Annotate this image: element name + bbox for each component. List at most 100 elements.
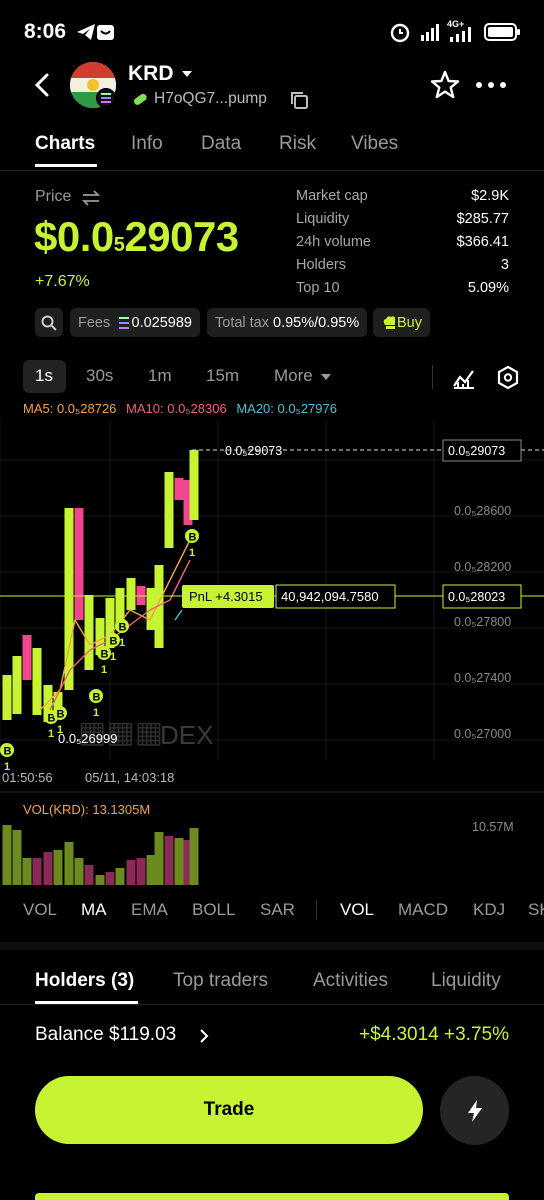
tab-vibes[interactable]: Vibes bbox=[351, 133, 398, 155]
volume-bar bbox=[2, 825, 12, 885]
chart-watermark: DEX bbox=[160, 720, 213, 750]
pnl-label: PnL +4.3015 bbox=[189, 589, 263, 604]
candle bbox=[164, 472, 174, 548]
solana-icon bbox=[119, 316, 129, 329]
search-icon bbox=[41, 315, 57, 331]
x-label: 01:50:56 bbox=[2, 770, 53, 785]
swap-icon[interactable] bbox=[82, 190, 100, 206]
trade-button[interactable]: Trade bbox=[35, 1076, 423, 1144]
price-digits: 29073 bbox=[124, 213, 239, 260]
token-name: KRD bbox=[128, 62, 174, 85]
tab-holders[interactable]: Holders (3) bbox=[35, 970, 134, 992]
volume-bar bbox=[32, 858, 42, 885]
settings-hexagon-icon[interactable] bbox=[496, 365, 520, 391]
low-price-label: 0.0₅26999 bbox=[58, 731, 117, 746]
buy-marker-label: B bbox=[57, 709, 65, 721]
tab-risk[interactable]: Risk bbox=[279, 133, 316, 155]
telegram-icon bbox=[77, 24, 95, 40]
timeframe-30s[interactable]: 30s bbox=[86, 366, 113, 386]
back-icon[interactable] bbox=[32, 72, 52, 98]
section-divider bbox=[0, 942, 544, 950]
chevron-down-icon[interactable] bbox=[320, 373, 332, 381]
tab-top-traders[interactable]: Top traders bbox=[173, 970, 268, 992]
stat-label: Liquidity bbox=[296, 211, 350, 227]
buy-marker-label: B bbox=[101, 649, 109, 661]
favorite-star-icon[interactable] bbox=[430, 70, 460, 100]
current-price-axis-label: 0.0₅29073 bbox=[448, 444, 505, 458]
indicator-ema[interactable]: EMA bbox=[131, 900, 168, 920]
buy-marker-count: 1 bbox=[119, 637, 125, 649]
timeframe-15m[interactable]: 15m bbox=[206, 366, 239, 386]
solana-badge-icon bbox=[96, 88, 116, 108]
indicator-boll[interactable]: BOLL bbox=[192, 900, 235, 920]
timeframe-1s[interactable]: 1s bbox=[35, 366, 53, 386]
indicator-ma[interactable]: MA bbox=[81, 900, 107, 920]
tab-activities[interactable]: Activities bbox=[313, 970, 388, 992]
tax-label: Total tax bbox=[215, 314, 269, 331]
y-tick: 0.0₅27400 bbox=[454, 671, 511, 685]
indicator-sar[interactable]: SAR bbox=[260, 900, 295, 920]
balance-label[interactable]: Balance $119.03 bbox=[35, 1024, 176, 1046]
tax-chip[interactable]: Total tax 0.95%/0.95% bbox=[207, 308, 367, 337]
volume-bar bbox=[146, 855, 156, 885]
indicator-kdj[interactable]: KDJ bbox=[473, 900, 505, 920]
volume-bars bbox=[2, 825, 199, 885]
copy-icon[interactable] bbox=[289, 90, 309, 110]
pill-icon bbox=[133, 93, 147, 105]
ma10-label: MA10: 0.0₅28306 bbox=[126, 401, 227, 416]
buy-label: Buy bbox=[397, 314, 422, 331]
candle bbox=[174, 478, 184, 500]
buy-marker-label: B bbox=[4, 746, 12, 758]
timeframe-more[interactable]: More bbox=[274, 366, 313, 386]
volume-bar bbox=[64, 842, 74, 885]
stat-label: Market cap bbox=[296, 188, 368, 204]
chevron-right-icon[interactable] bbox=[198, 1027, 210, 1045]
quick-trade-button[interactable] bbox=[440, 1076, 509, 1145]
divider bbox=[432, 365, 433, 389]
stat-value: $285.77 bbox=[456, 211, 509, 227]
buy-chip[interactable]: Buy bbox=[373, 308, 430, 337]
alarm-icon bbox=[390, 23, 410, 43]
indicator-vol[interactable]: VOL bbox=[23, 900, 57, 920]
candle bbox=[126, 578, 136, 610]
tab-info[interactable]: Info bbox=[131, 133, 163, 155]
indicator-chart-icon[interactable] bbox=[452, 366, 476, 390]
buy-marker-count: 1 bbox=[101, 664, 107, 676]
candle bbox=[74, 508, 84, 620]
indicator-skdj[interactable]: SK bbox=[528, 900, 544, 920]
price-subscript: 5 bbox=[113, 234, 125, 256]
candle bbox=[12, 656, 22, 714]
dropdown-caret-icon[interactable] bbox=[181, 69, 193, 79]
buy-marker-label: B bbox=[119, 622, 127, 634]
balance-pnl: +$4.3014 +3.75% bbox=[358, 1024, 509, 1045]
tab-data[interactable]: Data bbox=[201, 133, 241, 155]
fees-chip[interactable]: Fees 0.025989 bbox=[70, 308, 200, 337]
candlestick-chart[interactable]: ▦▦▦ DEX B1B1B1B1B1B1B1B1 0.0₅29073 0.0₅2… bbox=[0, 420, 544, 890]
buy-marker-count: 1 bbox=[110, 651, 116, 663]
trade-label: Trade bbox=[203, 1099, 255, 1120]
current-price-label: 0.0₅29073 bbox=[225, 444, 282, 458]
token-address: H7oQG7...pump bbox=[154, 90, 267, 107]
token-header: KRD H7oQG7...pump bbox=[0, 56, 544, 120]
indicator-macd[interactable]: MACD bbox=[398, 900, 448, 920]
volume-max-label: 10.57M bbox=[472, 820, 514, 834]
bottom-sheet-peek bbox=[35, 1193, 509, 1200]
chef-hat-icon bbox=[383, 315, 395, 329]
stat-value: $2.9K bbox=[471, 188, 509, 204]
x-label: 05/11, 14:03:18 bbox=[85, 770, 174, 785]
tab-charts[interactable]: Charts bbox=[35, 133, 95, 155]
signal-2-icon bbox=[450, 27, 471, 42]
search-chip[interactable] bbox=[35, 308, 63, 337]
candle bbox=[84, 595, 94, 670]
volume-bar bbox=[164, 836, 174, 885]
timeframe-1m[interactable]: 1m bbox=[148, 366, 172, 386]
candle bbox=[22, 635, 32, 680]
buy-marker-label: B bbox=[93, 692, 101, 704]
indicator-vol-sub[interactable]: VOL bbox=[340, 900, 374, 920]
divider bbox=[0, 1004, 544, 1005]
fees-value: 0.025989 bbox=[131, 314, 192, 331]
tab-liquidity[interactable]: Liquidity bbox=[431, 970, 501, 992]
volume-bar bbox=[126, 860, 136, 885]
more-options-icon[interactable] bbox=[475, 81, 509, 89]
volume-bar bbox=[174, 838, 184, 885]
